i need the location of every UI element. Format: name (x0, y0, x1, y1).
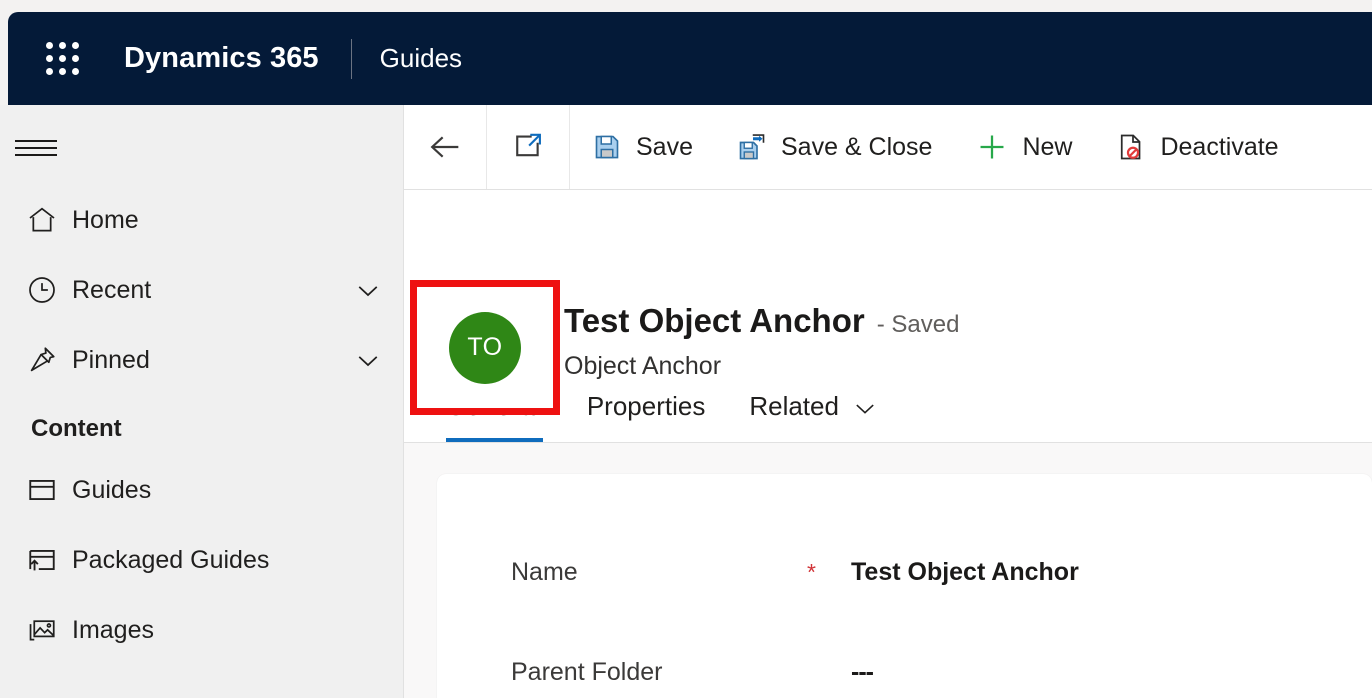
page-title: Test Object Anchor (564, 302, 865, 339)
sidebar-item-label: Images (72, 615, 154, 644)
command-bar: Save Save & Close New Deactivate (404, 105, 1372, 190)
deactivate-button-label: Deactivate (1160, 132, 1279, 161)
sidebar-item-label: Pinned (72, 345, 150, 374)
packaged-guides-icon (26, 544, 72, 576)
save-icon (592, 132, 622, 162)
sidebar-item-packaged-guides[interactable]: Packaged Guides (0, 525, 403, 595)
tab-related[interactable]: Related (727, 391, 901, 442)
app-name-label[interactable]: Guides (380, 43, 462, 74)
guides-icon (26, 474, 72, 506)
avatar-initials: TO (467, 333, 503, 361)
tab-properties[interactable]: Properties (565, 391, 728, 442)
sidebar-item-home[interactable]: Home (0, 185, 403, 255)
save-button[interactable]: Save (570, 105, 715, 189)
field-row-name: Name * Test Object Anchor (437, 522, 1372, 622)
home-icon (26, 204, 72, 236)
hamburger-icon[interactable] (0, 111, 72, 185)
deactivate-button[interactable]: Deactivate (1094, 105, 1300, 189)
record-title-block: Test Object Anchor - Saved Object Anchor (564, 302, 959, 381)
sidebar-item-guides[interactable]: Guides (0, 455, 403, 525)
brand-divider (350, 38, 352, 79)
save-and-close-icon (737, 132, 767, 162)
form-area: Name * Test Object Anchor Parent Folder … (404, 443, 1372, 698)
avatar-highlight-box: TO (410, 280, 560, 415)
save-and-close-button-label: Save & Close (780, 132, 933, 161)
app-root: Dynamics 365 Guides Home Recent Pinned C… (0, 0, 1372, 698)
sidebar-group-content: Content (31, 415, 122, 442)
field-row-parent-folder: Parent Folder --- (437, 622, 1372, 698)
images-icon (26, 614, 72, 646)
sidebar-item-recent[interactable]: Recent (0, 255, 403, 325)
field-value-name[interactable]: Test Object Anchor (851, 558, 1079, 587)
tab-label: Properties (586, 391, 706, 421)
brand-title[interactable]: Dynamics 365 (124, 42, 319, 75)
sidebar: Home Recent Pinned Content Guides Packag… (0, 105, 404, 698)
sidebar-item-label: Guides (72, 475, 152, 504)
deactivate-icon (1116, 132, 1146, 162)
sidebar-item-label: Recent (72, 275, 152, 304)
save-and-close-button[interactable]: Save & Close (715, 105, 954, 189)
form-card: Name * Test Object Anchor Parent Folder … (437, 474, 1372, 698)
sidebar-item-images[interactable]: Images (0, 595, 403, 665)
open-in-new-window-icon[interactable] (487, 105, 570, 189)
status-badge: - Saved (876, 311, 960, 338)
top-navigation-bar: Dynamics 365 Guides (8, 12, 1372, 105)
main-content: Save Save & Close New Deactivate TO Test… (404, 105, 1372, 698)
sidebar-item-pinned[interactable]: Pinned (0, 325, 403, 395)
new-button-label: New (1022, 132, 1073, 161)
tab-label: Related (749, 391, 839, 421)
chevron-down-icon[interactable] (333, 275, 403, 305)
sidebar-item-label: Home (72, 205, 139, 234)
back-arrow-icon[interactable] (404, 105, 487, 189)
app-launcher-icon[interactable] (34, 42, 90, 75)
sidebar-item-label: Packaged Guides (72, 545, 270, 574)
new-button[interactable]: New (954, 105, 1094, 189)
plus-icon (976, 131, 1008, 163)
record-entity-label: Object Anchor (564, 352, 722, 380)
field-label: Name (511, 557, 578, 586)
save-button-label: Save (636, 132, 693, 161)
pin-icon (26, 344, 72, 376)
required-indicator: * (807, 558, 816, 585)
record-header: TO Test Object Anchor - Saved Object Anc… (404, 190, 1372, 415)
field-value-parent-folder[interactable]: --- (851, 658, 874, 687)
field-label: Parent Folder (511, 657, 663, 686)
avatar[interactable]: TO (449, 311, 521, 384)
chevron-down-icon[interactable] (333, 345, 403, 375)
clock-icon (26, 274, 72, 306)
chevron-down-icon[interactable] (851, 394, 879, 422)
